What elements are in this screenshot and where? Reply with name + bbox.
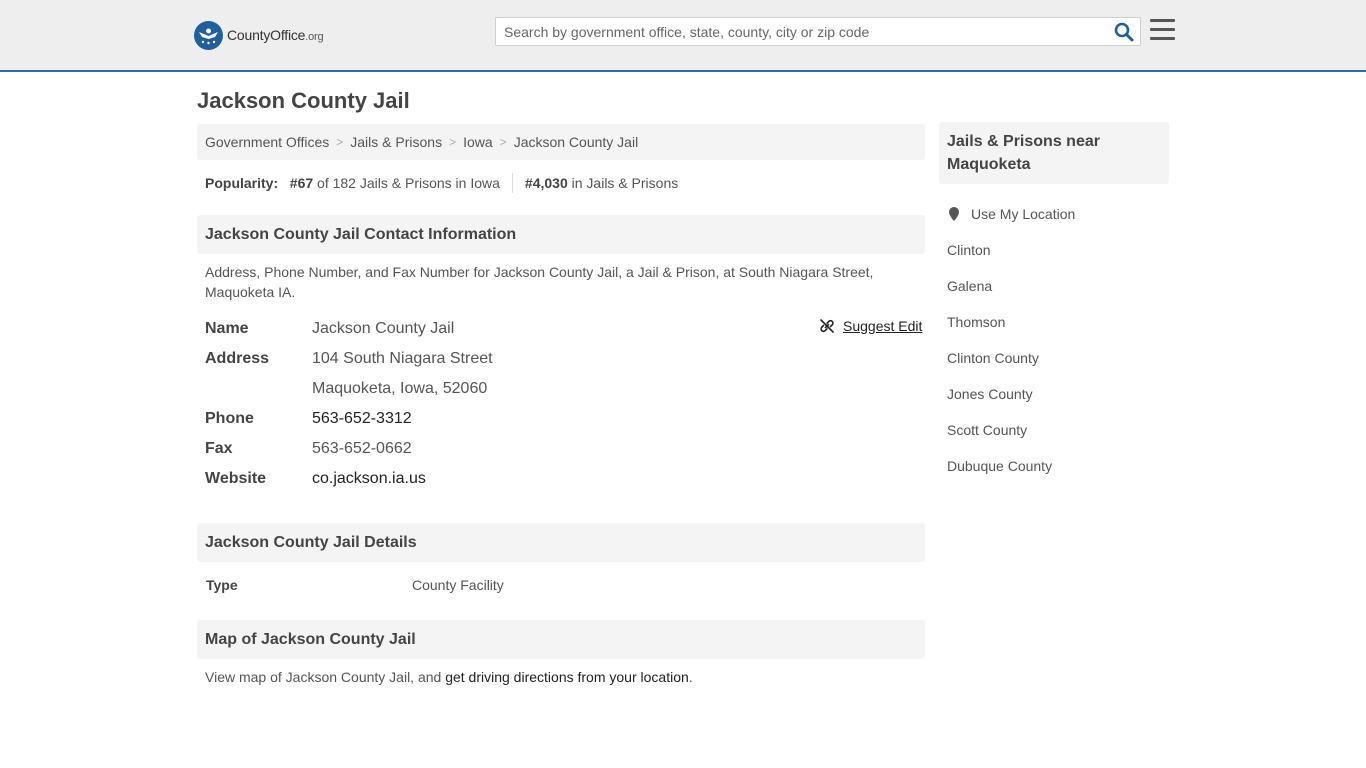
contact-description: Address, Phone Number, and Fax Number fo… xyxy=(205,264,874,300)
page-title: Jackson County Jail xyxy=(197,88,410,113)
location-pin-icon xyxy=(949,207,959,221)
address-line2: Maquoketa, Iowa, 52060 xyxy=(312,380,488,397)
breadcrumb-separator-icon: > xyxy=(336,135,344,149)
address-row-2: Maquoketa, Iowa, 52060 xyxy=(205,374,925,404)
nearby-link-clinton[interactable]: Clinton xyxy=(947,242,991,258)
hamburger-menu-icon[interactable] xyxy=(1150,19,1175,41)
breadcrumb-current: Jackson County Jail xyxy=(513,134,639,150)
website-link[interactable]: co.jackson.ia.us xyxy=(312,470,426,487)
eagle-logo-icon xyxy=(194,20,223,50)
website-row: Website co.jackson.ia.us xyxy=(205,464,925,494)
name-row: Name Jackson County Jail xyxy=(205,314,925,344)
breadcrumb-jails-prisons[interactable]: Jails & Prisons xyxy=(350,134,442,150)
nearby-link-clinton-county[interactable]: Clinton County xyxy=(947,350,1039,366)
logo-text: CountyOffice.org xyxy=(227,27,324,43)
address-row: Address 104 South Niagara Street xyxy=(205,344,925,374)
site-logo[interactable]: CountyOffice.org xyxy=(194,20,324,50)
divider xyxy=(511,173,513,193)
details-row: Type County Facility xyxy=(206,577,504,593)
popularity-bar: Popularity: #67 of 182 Jails & Prisons i… xyxy=(205,173,678,193)
breadcrumb-separator-icon: > xyxy=(499,135,507,149)
breadcrumb-separator-icon: > xyxy=(449,135,457,149)
list-item: Clinton xyxy=(947,232,1167,268)
search-input[interactable] xyxy=(496,18,1096,45)
phone-link[interactable]: 563-652-3312 xyxy=(312,410,412,427)
phone-row: Phone 563-652-3312 xyxy=(205,404,925,434)
national-rank: #4,030 xyxy=(524,175,568,191)
website-label: Website xyxy=(205,470,267,487)
contact-table: Name Jackson County Jail Address 104 Sou… xyxy=(205,314,925,494)
contact-heading: Jackson County Jail Contact Information xyxy=(197,215,925,254)
type-value: County Facility xyxy=(412,577,504,593)
map-description: View map of Jackson County Jail, and get… xyxy=(205,669,693,685)
nearby-link-galena[interactable]: Galena xyxy=(947,278,992,294)
nearby-link-thomson[interactable]: Thomson xyxy=(947,314,1005,330)
sidebar-heading: Jails & Prisons near Maquoketa xyxy=(939,122,1169,184)
details-heading: Jackson County Jail Details xyxy=(197,523,925,562)
phone-label: Phone xyxy=(205,410,254,427)
driving-directions-link[interactable]: get driving directions from your locatio… xyxy=(445,669,689,685)
state-rank-text: of 182 Jails & Prisons in Iowa xyxy=(317,175,500,191)
fax-value: 563-652-0662 xyxy=(312,440,412,457)
nearby-link-scott-county[interactable]: Scott County xyxy=(947,422,1027,438)
list-item: Thomson xyxy=(947,304,1167,340)
address-line1: 104 South Niagara Street xyxy=(312,350,493,367)
list-item: Scott County xyxy=(947,412,1167,448)
type-label: Type xyxy=(206,577,238,593)
list-item: Jones County xyxy=(947,376,1167,412)
search-box xyxy=(495,17,1141,46)
list-item: Dubuque County xyxy=(947,448,1167,484)
state-rank: #67 xyxy=(289,175,314,191)
fax-row: Fax 563-652-0662 xyxy=(205,434,925,464)
address-label: Address xyxy=(205,350,270,367)
national-rank-text: in Jails & Prisons xyxy=(571,175,679,191)
nearby-link-dubuque-county[interactable]: Dubuque County xyxy=(947,458,1052,474)
top-header: CountyOffice.org xyxy=(0,0,1366,72)
name-value: Jackson County Jail xyxy=(312,320,455,337)
nearby-link-jones-county[interactable]: Jones County xyxy=(947,386,1033,402)
map-heading: Map of Jackson County Jail xyxy=(197,620,925,659)
search-icon[interactable] xyxy=(1114,22,1134,42)
list-item: Galena xyxy=(947,268,1167,304)
fax-label: Fax xyxy=(205,440,233,457)
popularity-label: Popularity: xyxy=(205,175,279,191)
breadcrumb: Government Offices > Jails & Prisons > I… xyxy=(197,124,925,160)
list-item: Clinton County xyxy=(947,340,1167,376)
use-location-item: Use My Location xyxy=(947,196,1167,232)
use-my-location-link[interactable]: Use My Location xyxy=(971,206,1075,222)
nearby-list: Use My Location Clinton Galena Thomson C… xyxy=(947,196,1167,484)
breadcrumb-government-offices[interactable]: Government Offices xyxy=(205,134,329,150)
breadcrumb-iowa[interactable]: Iowa xyxy=(463,134,493,150)
name-label: Name xyxy=(205,320,249,337)
